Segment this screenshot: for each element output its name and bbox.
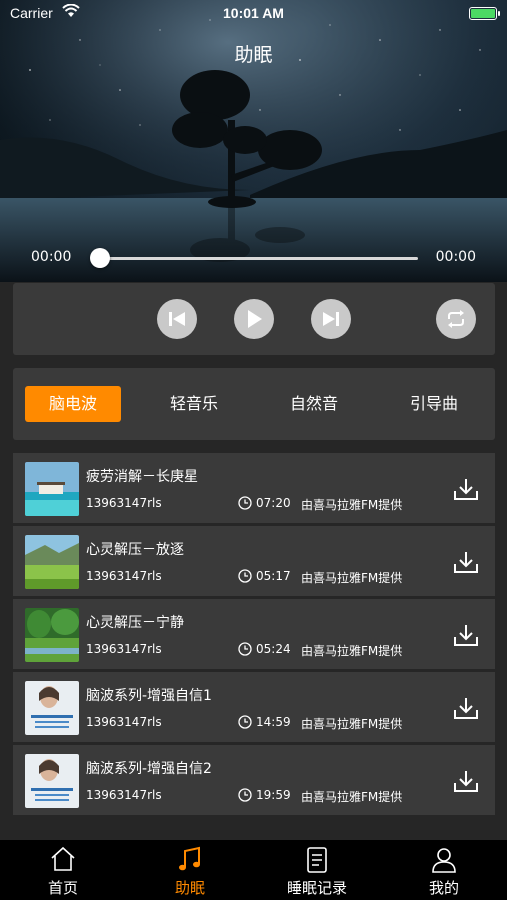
- next-button[interactable]: [311, 299, 351, 339]
- list-item[interactable]: 疲劳消解－长庚星 13963147rls 07:20 由喜马拉雅FM提供: [13, 453, 495, 523]
- battery-icon: [469, 7, 500, 20]
- nav-label: 首页: [47, 879, 78, 897]
- repeat-button[interactable]: [436, 299, 476, 339]
- status-bar: Carrier 10:01 AM: [0, 0, 507, 28]
- nav-profile[interactable]: 我的: [381, 840, 507, 900]
- track-title: 脑波系列-增强自信1: [86, 688, 212, 704]
- skip-next-icon: [323, 312, 339, 326]
- category-tabs: 脑电波 轻音乐 自然音 引导曲: [13, 368, 495, 440]
- nav-home[interactable]: 首页: [0, 840, 126, 900]
- track-plays: 13963147rls: [86, 496, 162, 510]
- bottom-nav: 首页 助眠 睡眠记录 我的: [0, 840, 507, 900]
- nav-label: 我的: [428, 879, 459, 897]
- nav-label: 睡眠记录: [286, 879, 347, 897]
- list-item[interactable]: 心灵解压－宁静 13963147rls 05:24 由喜马拉雅FM提供: [13, 599, 495, 669]
- track-source: 由喜马拉雅FM提供: [301, 644, 403, 658]
- clock-icon: [238, 788, 252, 802]
- track-duration: 14:59: [256, 715, 291, 729]
- current-time: 00:00: [31, 249, 72, 265]
- track-thumbnail: [25, 462, 79, 516]
- track-title: 疲劳消解－长庚星: [86, 469, 198, 485]
- playback-controls: [13, 283, 495, 355]
- document-icon: [307, 847, 327, 873]
- list-item[interactable]: 脑波系列-增强自信2 13963147rls 19:59 由喜马拉雅FM提供: [13, 745, 495, 815]
- download-icon[interactable]: [453, 550, 479, 574]
- track-duration: 05:17: [256, 569, 291, 583]
- progress-knob[interactable]: [90, 248, 110, 268]
- tab-light-music[interactable]: 轻音乐: [146, 386, 242, 422]
- track-source: 由喜马拉雅FM提供: [301, 571, 403, 585]
- nav-sleep-record[interactable]: 睡眠记录: [254, 840, 380, 900]
- repeat-icon: [448, 310, 464, 328]
- download-icon[interactable]: [453, 623, 479, 647]
- home-icon: [51, 846, 75, 871]
- nav-sleep-aid[interactable]: 助眠: [127, 840, 253, 900]
- list-item[interactable]: 脑波系列-增强自信1 13963147rls 14:59 由喜马拉雅FM提供: [13, 672, 495, 742]
- track-plays: 13963147rls: [86, 788, 162, 802]
- tab-nature-sounds[interactable]: 自然音: [266, 386, 362, 422]
- progress-track[interactable]: [100, 257, 418, 260]
- track-plays: 13963147rls: [86, 715, 162, 729]
- previous-button[interactable]: [157, 299, 197, 339]
- track-title: 心灵解压－宁静: [86, 615, 184, 631]
- clock-icon: [238, 642, 252, 656]
- track-title: 脑波系列-增强自信2: [86, 761, 212, 777]
- download-icon[interactable]: [453, 477, 479, 501]
- clock-icon: [238, 715, 252, 729]
- tab-brainwave[interactable]: 脑电波: [25, 386, 121, 422]
- track-thumbnail: [25, 681, 79, 735]
- track-title: 心灵解压－放逐: [86, 542, 184, 558]
- track-source: 由喜马拉雅FM提供: [301, 498, 403, 512]
- track-plays: 13963147rls: [86, 569, 162, 583]
- download-icon[interactable]: [453, 769, 479, 793]
- page-title: 助眠: [234, 44, 273, 66]
- track-plays: 13963147rls: [86, 642, 162, 656]
- play-button[interactable]: [234, 299, 274, 339]
- track-thumbnail: [25, 754, 79, 808]
- track-duration: 05:24: [256, 642, 291, 656]
- clock-icon: [238, 569, 252, 583]
- play-icon: [248, 310, 262, 328]
- list-item[interactable]: 心灵解压－放逐 13963147rls 05:17 由喜马拉雅FM提供: [13, 526, 495, 596]
- tab-guided[interactable]: 引导曲: [386, 386, 482, 422]
- download-icon[interactable]: [453, 696, 479, 720]
- track-duration: 19:59: [256, 788, 291, 802]
- track-thumbnail: [25, 535, 79, 589]
- track-duration: 07:20: [256, 496, 291, 510]
- total-time: 00:00: [435, 249, 476, 265]
- clock-icon: [238, 496, 252, 510]
- status-time: 10:01 AM: [223, 5, 284, 21]
- skip-previous-icon: [169, 312, 185, 326]
- track-source: 由喜马拉雅FM提供: [301, 717, 403, 731]
- music-note-icon: [179, 846, 200, 871]
- track-source: 由喜马拉雅FM提供: [301, 790, 403, 804]
- nav-label: 助眠: [174, 879, 205, 897]
- user-icon: [432, 848, 456, 873]
- track-thumbnail: [25, 608, 79, 662]
